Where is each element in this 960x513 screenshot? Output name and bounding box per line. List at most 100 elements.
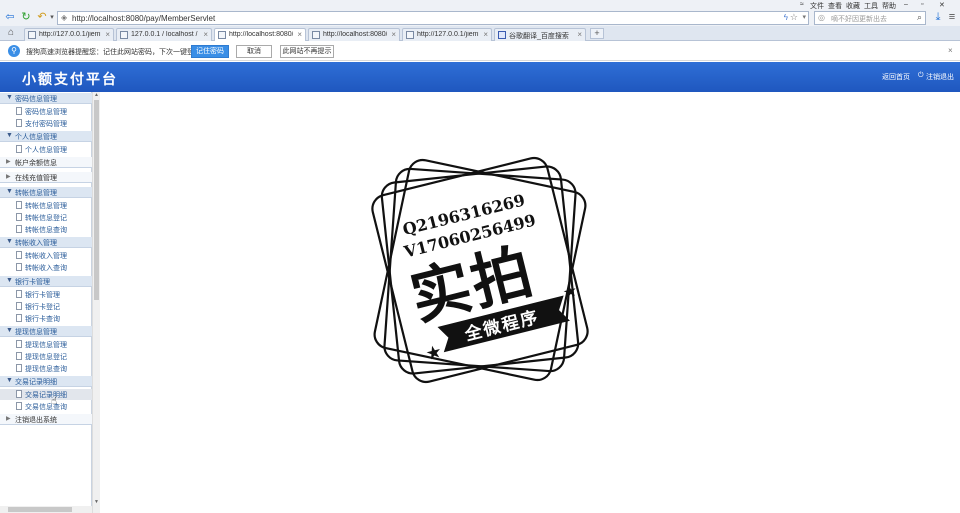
sidebar-group-logout[interactable]: ▶ 注销退出系统 <box>0 414 92 425</box>
sidebar-group-transactions[interactable]: ▼ 交易记录明细 <box>0 376 92 387</box>
tab-favicon-icon <box>120 31 128 39</box>
scroll-down-icon[interactable]: ▼ <box>94 499 99 505</box>
sidebar-item[interactable]: 转帐信息登记 <box>0 212 92 223</box>
search-engine-icon[interactable]: ◎ <box>818 13 825 22</box>
sidebar-item[interactable]: 密码信息管理 <box>0 106 92 117</box>
minimize-button[interactable]: – <box>904 1 908 8</box>
sidebar-item[interactable]: 提现信息查询 <box>0 363 92 374</box>
sidebar-item[interactable]: 提现信息登记 <box>0 351 92 362</box>
new-tab-button[interactable]: + <box>590 28 604 39</box>
sidebar-group-withdraw[interactable]: ▼ 提现信息管理 <box>0 326 92 337</box>
sidebar-item[interactable]: 转帐信息管理 <box>0 200 92 211</box>
sidebar-group-income[interactable]: ▼ 转帐收入管理 <box>0 237 92 248</box>
collapsed-arrow-icon: ▶ <box>6 159 11 165</box>
sidebar-item-label: 转帐信息查询 <box>25 227 67 234</box>
sidebar-item[interactable]: 交易信息查询 <box>0 401 92 412</box>
sidebar-item[interactable]: 个人信息管理 <box>0 144 92 155</box>
search-box[interactable]: ◎ 嘀不好因更新出去 ⌕ <box>814 11 926 25</box>
sidebar-item[interactable]: 支付密码管理 <box>0 118 92 129</box>
tab-label: http://localhost:8080/p <box>229 31 293 38</box>
star-icon[interactable]: ☆ <box>790 12 798 23</box>
tab-4[interactable]: http://localhost:8080/c × <box>308 28 400 41</box>
address-bar[interactable]: ◈ http://localhost:8080/pay/MemberServle… <box>57 11 809 25</box>
sidebar-group-transfer[interactable]: ▼ 转帐信息管理 <box>0 187 92 198</box>
window-close-button[interactable]: ✕ <box>939 1 945 9</box>
sidebar-item[interactable]: 提现信息管理 <box>0 339 92 350</box>
tab-close-icon[interactable]: × <box>105 30 110 39</box>
sidebar-scrollbar[interactable]: ▲ ▼ <box>92 92 100 513</box>
browser-menubar: ≈ 文件 查看 收藏 工具 帮助 – ▫ ✕ <box>0 0 960 10</box>
tab-label: 127.0.0.1 / localhost / <box>131 31 198 38</box>
document-icon <box>16 119 22 127</box>
tab-label: 谷歌翻译_百度搜索 <box>509 33 569 40</box>
sidebar-item[interactable]: 银行卡登记 <box>0 301 92 312</box>
sidebar-group-balance[interactable]: ▶ 帐户余额信息 <box>0 157 92 168</box>
address-dropdown-icon[interactable]: ▾ <box>802 13 806 21</box>
tab-3-active[interactable]: http://localhost:8080/p × <box>214 28 306 41</box>
tab-close-icon[interactable]: × <box>203 30 208 39</box>
sidebar-item-selected[interactable]: 交易记录明细 <box>0 389 92 400</box>
sidebar-group-recharge[interactable]: ▶ 在线充值管理 <box>0 172 92 183</box>
logout-link[interactable]: 注销退出 <box>926 72 954 82</box>
home-icon[interactable]: ⌂ <box>4 25 18 40</box>
password-prompt-message: 搜狗高速浏览器提醒您：记住此网站密码，下次一键登录！ <box>26 49 208 56</box>
sidebar-group-password[interactable]: ▼ 密码信息管理 <box>0 93 92 104</box>
refresh-button[interactable]: ↻ <box>19 10 33 25</box>
tab-6[interactable]: 谷歌翻译_百度搜索 × <box>494 28 586 41</box>
tab-close-icon[interactable]: × <box>577 30 582 39</box>
key-icon: ⚲ <box>8 45 20 57</box>
sidebar-item-label: 银行卡登记 <box>25 304 60 311</box>
expanded-arrow-icon: ▼ <box>6 188 13 195</box>
sidebar-item[interactable]: 银行卡管理 <box>0 289 92 300</box>
home-link[interactable]: 返回首页 <box>882 72 910 82</box>
expanded-arrow-icon: ▼ <box>6 377 13 384</box>
sidebar-group-label: 交易记录明细 <box>15 379 57 386</box>
password-prompt-bar: ⚲ 搜狗高速浏览器提醒您：记住此网站密码，下次一键登录！ 记住密码 取消 此网站… <box>0 42 960 61</box>
scrollbar-thumb[interactable] <box>8 507 72 512</box>
tab-2[interactable]: 127.0.0.1 / localhost / × <box>116 28 212 41</box>
scroll-up-icon[interactable]: ▲ <box>94 92 99 98</box>
document-icon <box>16 290 22 298</box>
sidebar-item-label: 转帐信息管理 <box>25 203 67 210</box>
sidebar-group-label: 注销退出系统 <box>15 417 57 424</box>
search-icon[interactable]: ⌕ <box>917 12 922 23</box>
tab-close-icon[interactable]: × <box>391 30 396 39</box>
sidebar-group-label: 转帐信息管理 <box>15 190 57 197</box>
mouse-cursor-icon: ☝ <box>51 396 58 407</box>
back-button[interactable]: ⇦ <box>3 10 17 25</box>
document-icon <box>16 263 22 271</box>
scrollbar-thumb[interactable] <box>94 100 99 300</box>
speed-mode-icon[interactable]: ϟ <box>784 13 788 22</box>
sidebar-item[interactable]: 转帐信息查询 <box>0 224 92 235</box>
brand-title: 小额支付平台 <box>22 71 118 87</box>
document-icon <box>16 352 22 360</box>
watermark-stamp: Q2196316269 V17060256499 实拍 全微程序 ★ ★ <box>371 156 589 384</box>
sidebar-item[interactable]: 银行卡查询 <box>0 313 92 324</box>
sidebar-item[interactable]: 转帐收入管理 <box>0 250 92 261</box>
sidebar-item-label: 转帐收入查询 <box>25 265 67 272</box>
menu-collapse-icon[interactable]: ≈ <box>800 1 804 8</box>
sidebar-item-label: 银行卡管理 <box>25 292 60 299</box>
sidebar-group-bankcard[interactable]: ▼ 银行卡管理 <box>0 276 92 287</box>
tab-label: http://127.0.0.1/jiemia <box>417 31 479 38</box>
maximize-button[interactable]: ▫ <box>921 1 923 8</box>
document-icon <box>16 107 22 115</box>
sidebar-group-personal[interactable]: ▼ 个人信息管理 <box>0 131 92 142</box>
cancel-button[interactable]: 取消 <box>236 45 272 58</box>
tab-1[interactable]: http://127.0.0.1/jiemia × <box>24 28 114 41</box>
tab-close-icon[interactable]: × <box>297 30 302 39</box>
document-icon <box>16 213 22 221</box>
tab-close-icon[interactable]: × <box>483 30 488 39</box>
tab-label: http://127.0.0.1/jiemia <box>39 31 101 38</box>
address-url: http://localhost:8080/pay/MemberServlet <box>72 14 216 23</box>
close-bar-icon[interactable]: × <box>948 46 953 55</box>
sidebar-horizontal-scrollbar[interactable] <box>0 506 92 513</box>
save-password-button[interactable]: 记住密码 <box>191 45 229 58</box>
sidebar-menu: ▼ 密码信息管理 密码信息管理 支付密码管理 ▼ 个人信息管理 个人信息管理 ▶… <box>0 92 92 513</box>
never-prompt-button[interactable]: 此网站不再提示 <box>280 45 334 58</box>
tab-5[interactable]: http://127.0.0.1/jiemia × <box>402 28 492 41</box>
sidebar-item-label: 提现信息管理 <box>25 342 67 349</box>
settings-menu-icon[interactable]: ≡ <box>945 10 959 25</box>
download-icon[interactable]: ⤓ <box>931 10 945 25</box>
sidebar-item[interactable]: 转帐收入查询 <box>0 262 92 273</box>
